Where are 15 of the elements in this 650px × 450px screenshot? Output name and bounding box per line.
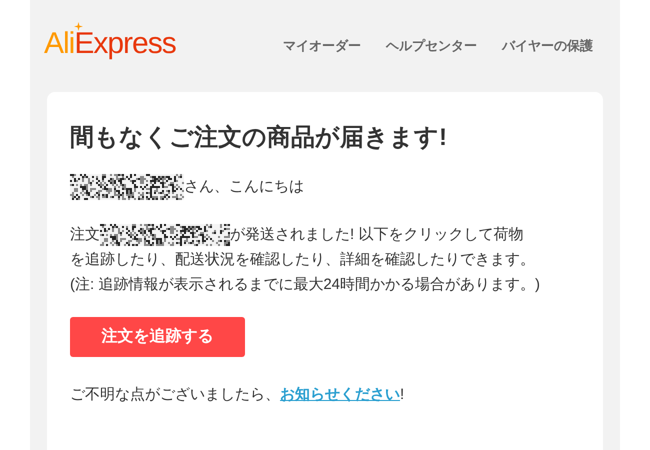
sparkle-icon bbox=[74, 22, 83, 31]
contact-text: ご不明な点がございましたら、 bbox=[70, 386, 280, 403]
nav-link[interactable]: バイヤーの保護 bbox=[502, 36, 593, 56]
shipping-message: が発送されました! 以下をクリックして荷物 bbox=[230, 225, 524, 245]
track-order-button[interactable]: 注文を追跡する bbox=[70, 317, 245, 357]
greeting-text: さん、こんにちは bbox=[184, 176, 304, 197]
tracking-note: (注: 追跡情報が表示されるまでに最大24時間かかる場合があります。) bbox=[70, 275, 542, 295]
shipping-message: を追跡したり、配送状況を確認したり、詳細を確認したりできます。 bbox=[70, 250, 536, 270]
nav-link[interactable]: マイオーダー bbox=[283, 36, 361, 56]
exclamation-text: ! bbox=[400, 386, 404, 403]
order-label: 注文 bbox=[70, 225, 100, 245]
email-title: 間もなくご注文の商品が届きます! bbox=[70, 123, 448, 153]
contact-link[interactable]: お知らせください bbox=[280, 386, 400, 403]
logo[interactable]: AliExpress bbox=[44, 21, 176, 59]
nav-link[interactable]: ヘルプセンター bbox=[386, 36, 477, 56]
